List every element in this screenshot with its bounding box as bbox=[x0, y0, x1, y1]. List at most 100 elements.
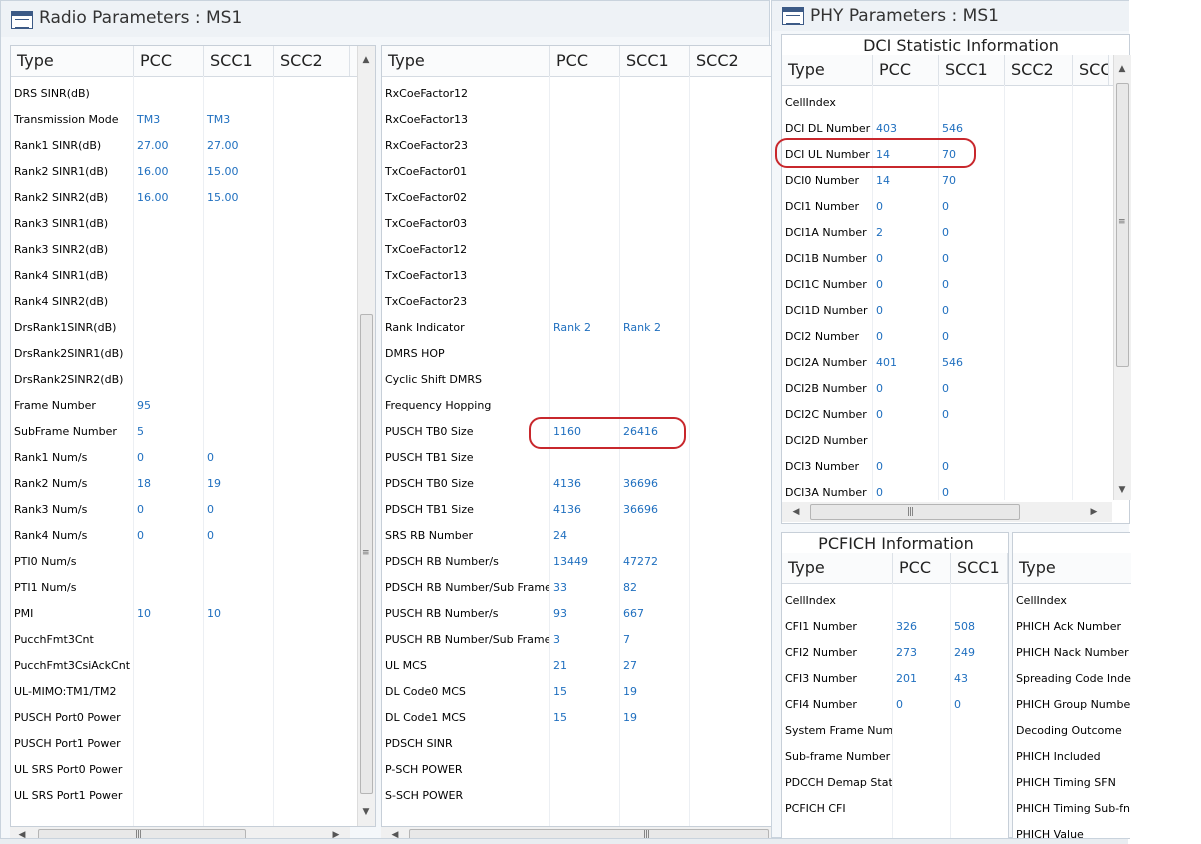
table-row[interactable]: DCI1A Number 2 0 bbox=[782, 220, 1131, 246]
scroll-right-arrow-icon[interactable]: ▶ bbox=[1086, 504, 1102, 520]
column-header-scc2[interactable]: SCC2 bbox=[274, 46, 350, 76]
table-row[interactable]: PCFICH CFI bbox=[782, 796, 1008, 822]
table-row[interactable]: PHICH Timing SFN bbox=[1013, 770, 1131, 796]
table-row[interactable]: DCI2C Number 0 0 bbox=[782, 402, 1131, 428]
table-row[interactable]: Rank3 SINR2(dB) bbox=[11, 237, 375, 263]
scroll-up-arrow-icon[interactable]: ▲ bbox=[1114, 61, 1130, 77]
table-row[interactable]: DRS SINR(dB) bbox=[11, 81, 375, 107]
dci-vertical-scrollbar[interactable]: ▲ ≡ ▼ bbox=[1113, 55, 1131, 500]
column-header-scc1[interactable]: SCC1 bbox=[951, 553, 1008, 583]
table-row[interactable]: SRS RB Number 24 bbox=[382, 523, 772, 549]
table-row[interactable]: Rank4 SINR2(dB) bbox=[11, 289, 375, 315]
table-row[interactable]: Rank2 SINR1(dB) 16.00 15.00 bbox=[11, 159, 375, 185]
table-row[interactable]: RxCoeFactor12 bbox=[382, 81, 772, 107]
column-header-scc3[interactable]: SCC. bbox=[1073, 55, 1109, 85]
column-header-pcc[interactable]: PCC bbox=[134, 46, 204, 76]
table-row[interactable]: RxCoeFactor23 bbox=[382, 133, 772, 159]
column-header-type[interactable]: Type bbox=[382, 46, 550, 76]
table-row[interactable]: PHICH Ack Number bbox=[1013, 614, 1131, 640]
table-row[interactable]: TxCoeFactor23 bbox=[382, 289, 772, 315]
table-row[interactable]: CFI1 Number 326 508 bbox=[782, 614, 1008, 640]
table-row[interactable]: DCI1D Number 0 0 bbox=[782, 298, 1131, 324]
table-row[interactable]: PucchFmt3CsiAckCnt bbox=[11, 653, 375, 679]
table-row[interactable]: CellIndex bbox=[782, 90, 1131, 116]
table-row[interactable]: PUSCH RB Number/s 93 667 bbox=[382, 601, 772, 627]
table-row[interactable]: PDSCH TB1 Size 4136 36696 bbox=[382, 497, 772, 523]
table-row[interactable]: Rank3 Num/s 0 0 bbox=[11, 497, 375, 523]
table-row[interactable]: TxCoeFactor12 bbox=[382, 237, 772, 263]
scroll-left-arrow-icon[interactable]: ◀ bbox=[788, 504, 804, 520]
table-row[interactable]: DCI2 Number 0 0 bbox=[782, 324, 1131, 350]
table-row[interactable]: TxCoeFactor13 bbox=[382, 263, 772, 289]
table-row[interactable]: DCI3 Number 0 0 bbox=[782, 454, 1131, 480]
column-header-type[interactable]: Type bbox=[1013, 553, 1131, 583]
table-row[interactable]: PUSCH Port0 Power bbox=[11, 705, 375, 731]
table-row[interactable]: Transmission Mode TM3 TM3 bbox=[11, 107, 375, 133]
table-row[interactable]: Rank Indicator Rank 2 Rank 2 bbox=[382, 315, 772, 341]
table-row[interactable]: PHICH Nack Number bbox=[1013, 640, 1131, 666]
table-row[interactable]: UL SRS Port1 Power bbox=[11, 783, 375, 809]
table-row[interactable]: DL Code0 MCS 15 19 bbox=[382, 679, 772, 705]
table-row[interactable]: DCI2A Number 401 546 bbox=[782, 350, 1131, 376]
scroll-down-arrow-icon[interactable]: ▼ bbox=[358, 804, 374, 820]
table-row[interactable]: Rank2 Num/s 18 19 bbox=[11, 471, 375, 497]
table-row[interactable]: PHICH Timing Sub-fn bbox=[1013, 796, 1131, 822]
table-row[interactable]: DCI1 Number 0 0 bbox=[782, 194, 1131, 220]
scrollbar-thumb[interactable] bbox=[810, 504, 1020, 520]
table-row[interactable]: PUSCH Port1 Power bbox=[11, 731, 375, 757]
table-row[interactable]: DrsRank2SINR1(dB) bbox=[11, 341, 375, 367]
column-header-scc2[interactable]: SCC2 bbox=[1005, 55, 1073, 85]
table-row[interactable]: Rank4 SINR1(dB) bbox=[11, 263, 375, 289]
table-row[interactable]: DCI1C Number 0 0 bbox=[782, 272, 1131, 298]
table-row[interactable]: DMRS HOP bbox=[382, 341, 772, 367]
scroll-down-arrow-icon[interactable]: ▼ bbox=[1114, 482, 1130, 498]
table-row[interactable]: PTI0 Num/s bbox=[11, 549, 375, 575]
table-row[interactable]: Rank1 SINR(dB) 27.00 27.00 bbox=[11, 133, 375, 159]
table-row[interactable]: System Frame Number bbox=[782, 718, 1008, 744]
table-row[interactable]: Spreading Code Index bbox=[1013, 666, 1131, 692]
table-row[interactable]: DrsRank2SINR2(dB) bbox=[11, 367, 375, 393]
column-header-scc1[interactable]: SCC1 bbox=[939, 55, 1005, 85]
table-row[interactable]: CFI4 Number 0 0 bbox=[782, 692, 1008, 718]
table-row[interactable]: PTI1 Num/s bbox=[11, 575, 375, 601]
table-row[interactable]: DL Code1 MCS 15 19 bbox=[382, 705, 772, 731]
column-header-pcc[interactable]: PCC bbox=[873, 55, 939, 85]
table-row[interactable]: Frequency Hopping bbox=[382, 393, 772, 419]
table-row[interactable]: Rank1 Num/s 0 0 bbox=[11, 445, 375, 471]
table-row[interactable]: PHICH Group Number bbox=[1013, 692, 1131, 718]
table-row[interactable]: CellIndex bbox=[1013, 588, 1131, 614]
table-row[interactable]: P-SCH POWER bbox=[382, 757, 772, 783]
table-row[interactable]: TxCoeFactor02 bbox=[382, 185, 772, 211]
table-row[interactable]: DCI3A Number 0 0 bbox=[782, 480, 1131, 500]
phich-table[interactable]: Type CellIndex PHICH Ack Number PHICH Nack… bbox=[1013, 553, 1131, 838]
table-row[interactable]: SubFrame Number 5 bbox=[11, 419, 375, 445]
table-row[interactable]: PDCCH Demap Status bbox=[782, 770, 1008, 796]
scroll-up-arrow-icon[interactable]: ▲ bbox=[358, 52, 374, 68]
table-row[interactable]: PDSCH RB Number/Sub Frame 33 82 bbox=[382, 575, 772, 601]
table-row[interactable]: PDSCH SINR bbox=[382, 731, 772, 757]
table-row[interactable]: DCI0 Number 14 70 bbox=[782, 168, 1131, 194]
table-row[interactable]: CellIndex bbox=[782, 588, 1008, 614]
table-row[interactable]: UL SRS Port0 Power bbox=[11, 757, 375, 783]
table-row[interactable]: UL-MIMO:TM1/TM2 bbox=[11, 679, 375, 705]
column-header-scc2[interactable]: SCC2 bbox=[690, 46, 772, 76]
column-header-type[interactable]: Type bbox=[782, 553, 893, 583]
column-header-type[interactable]: Type bbox=[11, 46, 134, 76]
phy-window-titlebar[interactable]: PHY Parameters : MS1 bbox=[772, 1, 1129, 31]
table-row[interactable]: RxCoeFactor13 bbox=[382, 107, 772, 133]
table-row[interactable]: PUSCH RB Number/Sub Frame 3 7 bbox=[382, 627, 772, 653]
column-header-scc1[interactable]: SCC1 bbox=[204, 46, 274, 76]
table-row[interactable]: TxCoeFactor03 bbox=[382, 211, 772, 237]
table-row[interactable]: Rank2 SINR2(dB) 16.00 15.00 bbox=[11, 185, 375, 211]
radio-window-titlebar[interactable]: Radio Parameters : MS1 bbox=[1, 1, 769, 37]
table-row[interactable]: DCI1B Number 0 0 bbox=[782, 246, 1131, 272]
table-row[interactable]: Cyclic Shift DMRS bbox=[382, 367, 772, 393]
table-row[interactable]: PHICH Included bbox=[1013, 744, 1131, 770]
table-row[interactable]: DrsRank1SINR(dB) bbox=[11, 315, 375, 341]
table-row[interactable]: DCI2D Number bbox=[782, 428, 1131, 454]
column-header-scc1[interactable]: SCC1 bbox=[620, 46, 690, 76]
radio-left-vertical-scrollbar[interactable]: ▲ ≡ ▼ bbox=[357, 46, 375, 826]
table-row[interactable]: PucchFmt3Cnt bbox=[11, 627, 375, 653]
table-row[interactable]: CFI2 Number 273 249 bbox=[782, 640, 1008, 666]
table-row[interactable]: PDSCH TB0 Size 4136 36696 bbox=[382, 471, 772, 497]
